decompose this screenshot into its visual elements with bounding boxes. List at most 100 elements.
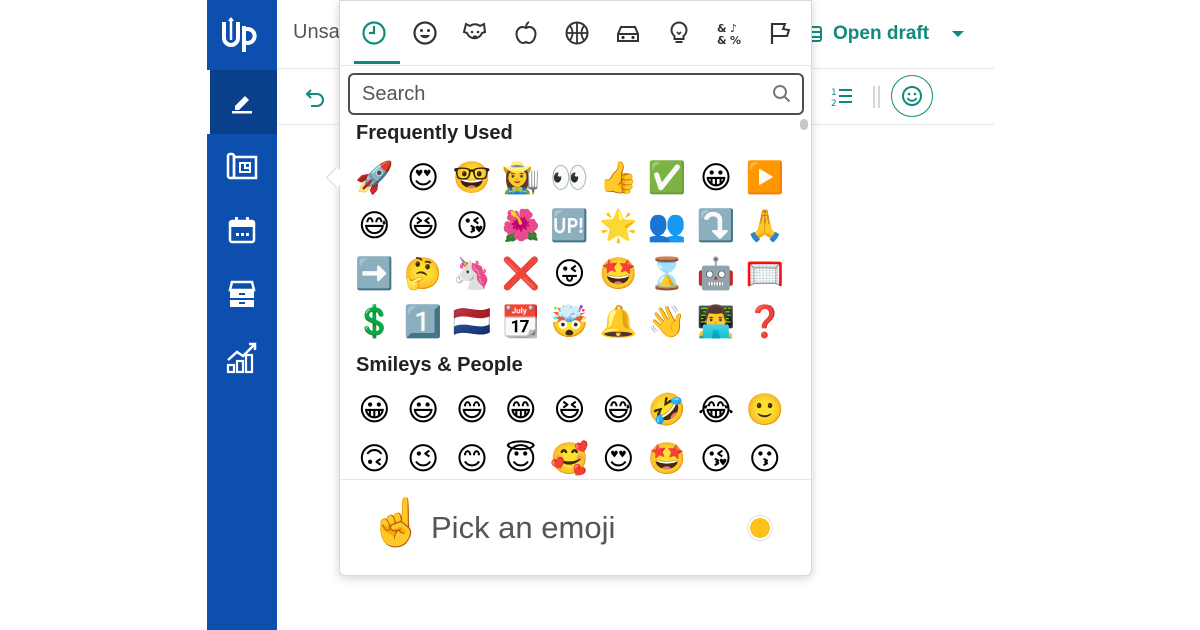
category-objects[interactable] bbox=[661, 15, 697, 51]
category-animals[interactable] bbox=[457, 15, 493, 51]
emoji[interactable]: 👥 bbox=[643, 202, 692, 250]
emoji[interactable]: 🤯 bbox=[545, 298, 594, 346]
emoji[interactable]: 👩‍🌾 bbox=[496, 154, 545, 202]
emoji[interactable]: 😃 bbox=[399, 386, 448, 434]
lightbulb-icon bbox=[670, 21, 688, 43]
skin-tone-selector[interactable] bbox=[750, 518, 770, 538]
emoji[interactable]: ⤵️ bbox=[692, 202, 741, 250]
dog-icon bbox=[462, 22, 487, 40]
category-activity[interactable] bbox=[559, 15, 595, 51]
emoji[interactable]: 🆙 bbox=[545, 202, 594, 250]
emoji[interactable]: 🤩 bbox=[643, 435, 692, 478]
svg-text:%: % bbox=[730, 34, 741, 46]
emoji[interactable]: 🌺 bbox=[496, 202, 545, 250]
emoji[interactable]: ❓ bbox=[740, 298, 789, 346]
emoji[interactable]: 😅 bbox=[594, 386, 643, 434]
emoji[interactable]: 🤩 bbox=[594, 250, 643, 298]
emoji[interactable]: 😍 bbox=[594, 435, 643, 478]
emoji[interactable]: 🤣 bbox=[643, 386, 692, 434]
scrollbar-thumb[interactable] bbox=[800, 119, 808, 130]
car-icon bbox=[617, 26, 639, 42]
emoji[interactable]: 😗 bbox=[740, 435, 789, 478]
emoji[interactable]: 🔔 bbox=[594, 298, 643, 346]
emoji[interactable]: 😂 bbox=[692, 386, 741, 434]
emoji[interactable]: 🥰 bbox=[545, 435, 594, 478]
emoji[interactable]: 😇 bbox=[496, 435, 545, 478]
emoji[interactable]: 🙏 bbox=[740, 202, 789, 250]
emoji[interactable]: 😆 bbox=[545, 386, 594, 434]
category-smileys[interactable] bbox=[407, 15, 443, 51]
emoji[interactable]: 😄 bbox=[448, 386, 497, 434]
emoji[interactable]: 👀 bbox=[545, 154, 594, 202]
active-category-indicator bbox=[354, 61, 400, 64]
emoji[interactable]: ⌛ bbox=[643, 250, 692, 298]
undo-button[interactable] bbox=[301, 83, 329, 111]
emoji[interactable]: 🤖 bbox=[692, 250, 741, 298]
emoji[interactable]: 🙃 bbox=[350, 435, 399, 478]
open-draft-button[interactable]: Open draft bbox=[805, 18, 965, 50]
emoji[interactable]: 🇳🇱 bbox=[448, 298, 497, 346]
emoji[interactable]: 😅 bbox=[350, 202, 399, 250]
open-draft-label: Open draft bbox=[833, 23, 930, 44]
clock-icon bbox=[362, 21, 386, 45]
app-logo[interactable] bbox=[207, 0, 277, 68]
up-logo-icon bbox=[222, 17, 257, 52]
search-icon bbox=[773, 85, 791, 103]
symbols-icon: & ♪ & % bbox=[717, 22, 741, 46]
emoji[interactable]: 😜 bbox=[545, 250, 594, 298]
category-recent[interactable] bbox=[356, 15, 392, 51]
emoji[interactable]: 🌟 bbox=[594, 202, 643, 250]
emoji[interactable]: 😁 bbox=[496, 386, 545, 434]
emoji[interactable]: ➡️ bbox=[350, 250, 399, 298]
chart-icon bbox=[226, 342, 257, 374]
emoji[interactable]: 🤓 bbox=[448, 154, 497, 202]
emoji-row: ➡️ 🤔 🦄 ❌ 😜 🤩 ⌛ 🤖 🥅 bbox=[350, 250, 789, 298]
sidebar-item-calendar[interactable] bbox=[207, 198, 277, 262]
emoji[interactable]: 😊 bbox=[448, 435, 497, 478]
toolbar-divider bbox=[873, 86, 880, 108]
emoji[interactable]: 🚀 bbox=[350, 154, 399, 202]
emoji-row: 🚀 😍 🤓 👩‍🌾 👀 👍 ✅ 😀 ▶️ bbox=[350, 154, 789, 202]
emoji[interactable]: ❌ bbox=[496, 250, 545, 298]
blueprint-icon bbox=[226, 152, 258, 180]
emoji[interactable]: 🦄 bbox=[448, 250, 497, 298]
emoji[interactable]: 🙂 bbox=[740, 386, 789, 434]
emoji[interactable]: ✅ bbox=[643, 154, 692, 202]
emoji[interactable]: 😍 bbox=[399, 154, 448, 202]
sidebar-item-plans[interactable] bbox=[207, 134, 277, 198]
emoji[interactable]: 😀 bbox=[692, 154, 741, 202]
ordered-list-button[interactable]: 1 2 bbox=[827, 83, 857, 111]
emoji[interactable]: 🤔 bbox=[399, 250, 448, 298]
category-flags[interactable] bbox=[763, 15, 799, 51]
emoji[interactable]: 👍 bbox=[594, 154, 643, 202]
sidebar-item-archive[interactable] bbox=[207, 262, 277, 326]
sidebar bbox=[207, 0, 277, 630]
chevron-down-icon bbox=[952, 31, 965, 37]
preview-emoji: ☝️ bbox=[368, 495, 426, 549]
svg-text:1: 1 bbox=[831, 88, 837, 98]
emoji[interactable]: 😘 bbox=[448, 202, 497, 250]
document-title[interactable]: Unsa bbox=[293, 21, 340, 44]
category-travel[interactable] bbox=[610, 15, 646, 51]
category-food[interactable] bbox=[508, 15, 544, 51]
emoji-scroll-area[interactable]: Frequently Used 🚀 😍 🤓 👩‍🌾 👀 👍 ✅ 😀 ▶️ 😅 😆… bbox=[340, 117, 795, 478]
sidebar-item-compose[interactable] bbox=[207, 70, 277, 134]
emoji[interactable]: 😘 bbox=[692, 435, 741, 478]
emoji[interactable]: 😀 bbox=[350, 386, 399, 434]
emoji[interactable]: 😉 bbox=[399, 435, 448, 478]
emoji[interactable]: 🥅 bbox=[740, 250, 789, 298]
emoji[interactable]: 😆 bbox=[399, 202, 448, 250]
emoji-button[interactable] bbox=[891, 75, 933, 117]
sidebar-item-analytics[interactable] bbox=[207, 326, 277, 390]
emoji-row: 🙃 😉 😊 😇 🥰 😍 🤩 😘 😗 bbox=[350, 435, 789, 478]
emoji-search-input[interactable] bbox=[362, 75, 762, 113]
category-symbols[interactable]: & ♪ & % bbox=[712, 15, 748, 51]
emoji[interactable]: 💲 bbox=[350, 298, 399, 346]
emoji[interactable]: 📆 bbox=[496, 298, 545, 346]
section-title-smileys-people: Smileys & People bbox=[356, 354, 523, 376]
scrollbar[interactable] bbox=[798, 117, 810, 478]
emoji[interactable]: ▶️ bbox=[740, 154, 789, 202]
emoji[interactable]: 👋 bbox=[643, 298, 692, 346]
emoji[interactable]: 1️⃣ bbox=[399, 298, 448, 346]
emoji[interactable]: 👨‍💻 bbox=[692, 298, 741, 346]
